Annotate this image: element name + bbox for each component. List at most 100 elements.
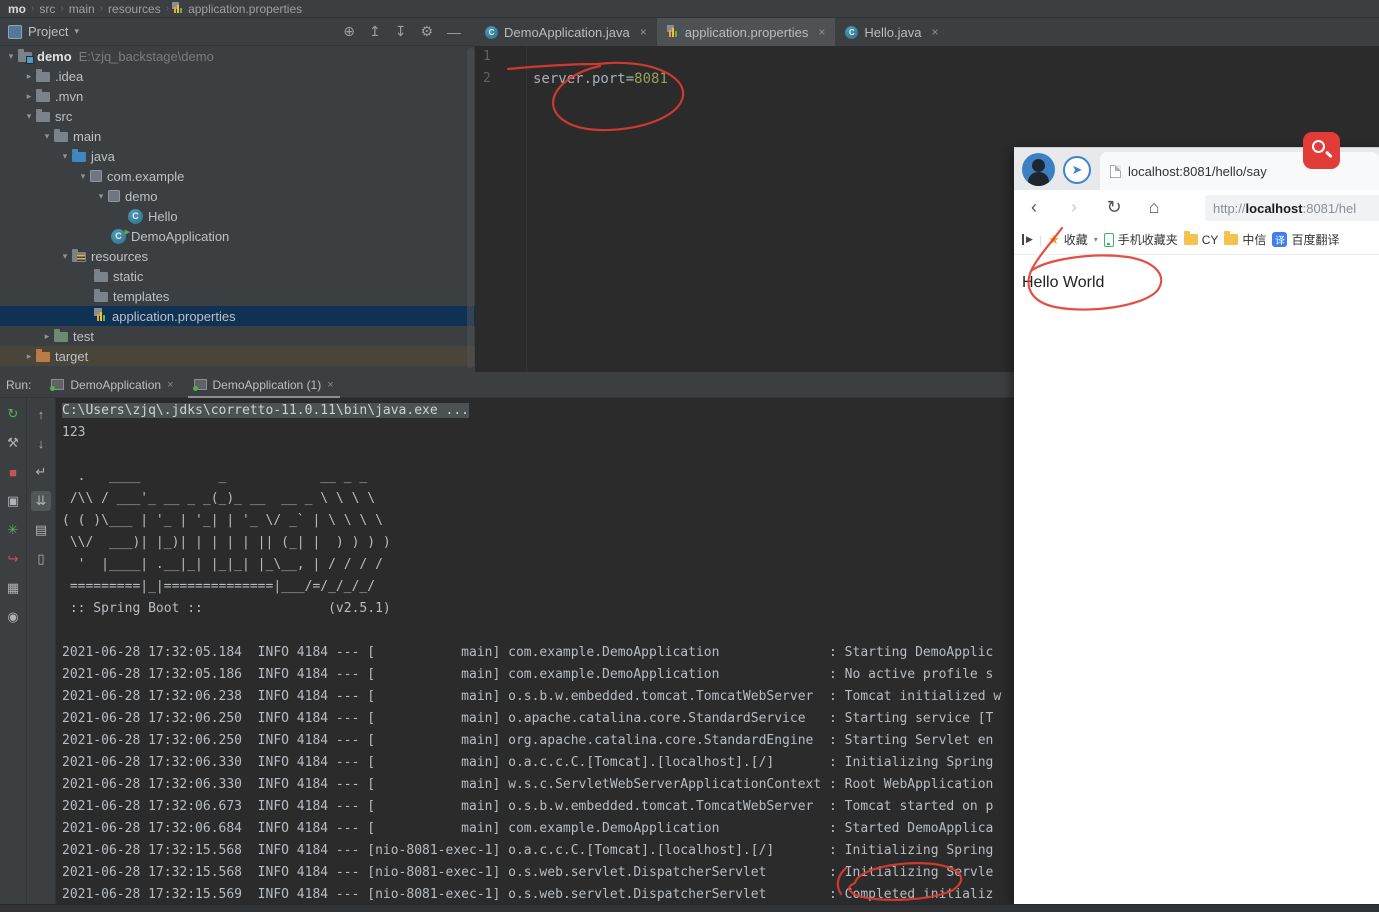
chevron-down-icon[interactable]: ▾	[1094, 235, 1098, 244]
breadcrumb-item-file[interactable]: application.properties	[188, 2, 302, 16]
bookmark-mobile-folder[interactable]: 手机收藏夹	[1103, 231, 1178, 248]
run-tab-demoapplication-1[interactable]: DemoApplication (1) ×	[184, 372, 344, 398]
console-command-line: C:\Users\zjq\.jdks\corretto-11.0.11\bin\…	[62, 403, 469, 418]
browser-avatar[interactable]	[1022, 153, 1055, 186]
print-button[interactable]: ▤	[31, 520, 51, 540]
tree-item-application-properties[interactable]: application.properties	[0, 306, 475, 326]
down-stacktrace-button[interactable]: ↓	[31, 433, 51, 453]
tree-item-target[interactable]: ▸ target	[0, 346, 475, 366]
editor-tab-application-properties[interactable]: application.properties ×	[656, 18, 836, 46]
tree-label: java	[91, 148, 115, 164]
close-icon[interactable]: ×	[167, 379, 173, 391]
spring-banner-line: :: Spring Boot :: (v2.5.1)	[62, 601, 391, 616]
breadcrumb-separator-icon: ›	[165, 3, 170, 14]
run-tab-demoapplication[interactable]: DemoApplication ×	[41, 372, 183, 398]
chevron-down-icon[interactable]: ▾	[4, 51, 18, 62]
tree-item-demo-package[interactable]: ▾ demo	[0, 186, 475, 206]
status-strip	[0, 904, 1379, 912]
hide-panel-button[interactable]: —	[447, 24, 461, 40]
bookmark-folder-cy[interactable]: CY	[1183, 231, 1218, 247]
properties-file-icon	[666, 24, 679, 40]
browser-nav-bar: ‹ › ↻ ⌂ http://localhost:8081/hel	[1014, 190, 1379, 225]
tab-label: application.properties	[684, 24, 809, 40]
page-icon	[1110, 165, 1121, 178]
editor-tab-hello[interactable]: C Hello.java ×	[835, 18, 948, 46]
back-button[interactable]: ‹	[1014, 197, 1054, 218]
chevron-right-icon[interactable]: ▸	[22, 71, 36, 82]
tree-item-demoapplication-class[interactable]: C ▶ DemoApplication	[0, 226, 475, 246]
tree-item-resources[interactable]: ▾ resources	[0, 246, 475, 266]
tree-item-src[interactable]: ▾ src	[0, 106, 475, 126]
ide-window: mo › src › main › resources › applicatio…	[0, 0, 1379, 912]
project-tree-scrollbar[interactable]	[467, 48, 474, 368]
stop-button[interactable]: ■	[3, 462, 23, 482]
chevron-right-icon[interactable]: ▸	[22, 91, 36, 102]
up-stacktrace-button[interactable]: ↑	[31, 404, 51, 424]
close-icon[interactable]: ×	[818, 25, 825, 39]
project-panel-header: Project ▾ ⊕ ↥ ↧ ⚙ —	[0, 18, 475, 46]
tree-item-test[interactable]: ▸ test	[0, 326, 475, 346]
gc-button[interactable]: ✳	[3, 520, 23, 540]
navigate-icon[interactable]: ➤	[1063, 156, 1091, 184]
thread-dump-button[interactable]: ▣	[3, 491, 23, 511]
browser-search-button[interactable]	[1303, 132, 1340, 169]
chevron-right-icon[interactable]: ▸	[40, 331, 54, 342]
bookmark-translate[interactable]: 译 百度翻译	[1272, 231, 1339, 248]
folder-icon	[94, 268, 108, 282]
exit-button[interactable]: ↪	[3, 549, 23, 569]
scroll-to-end-button[interactable]: ⇊	[31, 491, 51, 511]
settings-gear-icon[interactable]: ⚙	[420, 23, 433, 40]
address-bar[interactable]: http://localhost:8081/hel	[1205, 195, 1379, 221]
log-line: 2021-06-28 17:32:06.330 INFO 4184 --- [ …	[62, 777, 994, 792]
locate-file-button[interactable]: ⊕	[343, 23, 355, 40]
rerun-button[interactable]: ↻	[3, 404, 23, 424]
chevron-down-icon[interactable]: ▾	[40, 131, 54, 142]
modify-run-config-button[interactable]: ⚒	[3, 433, 23, 453]
tree-item-main[interactable]: ▾ main	[0, 126, 475, 146]
code-line[interactable]: server.port=8081	[533, 68, 668, 90]
chevron-down-icon[interactable]: ▾	[76, 171, 90, 182]
editor-tab-demoapplication[interactable]: C DemoApplication.java ×	[475, 18, 657, 46]
chevron-down-icon[interactable]: ▾	[58, 251, 72, 262]
breadcrumb-item-src[interactable]: src	[39, 2, 55, 16]
folder-icon	[1183, 231, 1198, 245]
run-console[interactable]: C:\Users\zjq\.jdks\corretto-11.0.11\bin\…	[56, 398, 1014, 904]
breadcrumb-item-main[interactable]: main	[69, 2, 95, 16]
tree-item-hello-class[interactable]: C Hello	[0, 206, 475, 226]
pin-tab-button[interactable]: ◉	[3, 607, 23, 627]
bookmarks-toggle-icon[interactable]: ▶	[1022, 234, 1033, 245]
tree-item-demo-root[interactable]: ▾ demo E:\zjq_backstage\demo	[0, 46, 475, 66]
bookmark-folder-zhongxin[interactable]: 中信	[1224, 231, 1266, 248]
tree-item-templates[interactable]: templates	[0, 286, 475, 306]
tree-label: src	[55, 108, 73, 124]
close-icon[interactable]: ×	[327, 379, 333, 391]
tree-item-java[interactable]: ▾ java	[0, 146, 475, 166]
reload-button[interactable]: ↻	[1094, 197, 1134, 218]
collapse-all-button[interactable]: ↧	[395, 23, 407, 40]
breadcrumb-item-resources[interactable]: resources	[108, 2, 161, 16]
breadcrumb-item-module[interactable]: mo	[8, 2, 26, 16]
tree-item-static[interactable]: static	[0, 266, 475, 286]
chevron-down-icon[interactable]: ▾	[94, 191, 108, 202]
expand-all-button[interactable]: ↥	[369, 23, 381, 40]
chevron-down-icon[interactable]: ▾	[58, 151, 72, 162]
address-path: :8081/hel	[1302, 200, 1357, 216]
forward-button[interactable]: ›	[1054, 197, 1094, 218]
tree-item-mvn[interactable]: ▸ .mvn	[0, 86, 475, 106]
project-dropdown-icon[interactable]: ▾	[74, 26, 79, 37]
clear-console-button[interactable]: ▯	[31, 549, 51, 569]
home-button[interactable]: ⌂	[1134, 197, 1174, 218]
chevron-right-icon[interactable]: ▸	[22, 351, 36, 362]
chevron-down-icon[interactable]: ▾	[22, 111, 36, 122]
tree-item-idea[interactable]: ▸ .idea	[0, 66, 475, 86]
close-icon[interactable]: ×	[640, 25, 647, 39]
close-icon[interactable]: ×	[931, 25, 938, 39]
bookmark-label: 中信	[1242, 233, 1267, 247]
bookmark-favorites[interactable]: ★ 收藏 ▾	[1048, 231, 1098, 248]
layout-settings-button[interactable]: ▦	[3, 578, 23, 598]
soft-wrap-button[interactable]: ↵	[31, 462, 51, 482]
log-line: 2021-06-28 17:32:15.568 INFO 4184 --- [n…	[62, 865, 994, 880]
project-panel-title[interactable]: Project	[28, 24, 68, 39]
tree-item-com-example[interactable]: ▾ com.example	[0, 166, 475, 186]
bookmarks-bar: ▶ | ★ 收藏 ▾ 手机收藏夹 CY 中信 译 百度翻译	[1014, 225, 1379, 255]
